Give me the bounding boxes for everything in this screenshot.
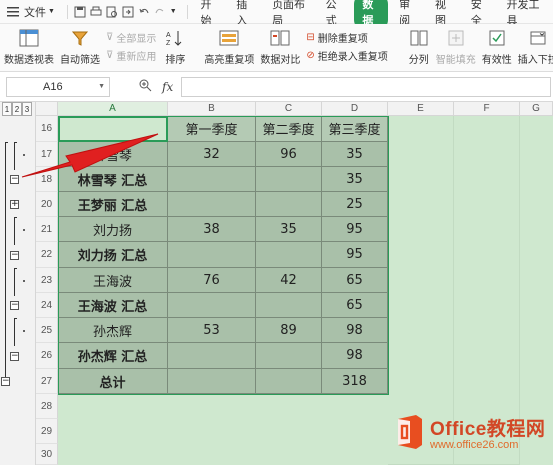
remove-duplicates-button[interactable]: ⊟ 删除重复项 <box>306 28 387 46</box>
show-all-button[interactable]: ⊽ 全部显示 <box>106 28 156 46</box>
office-logo-icon <box>392 413 426 451</box>
highlight-duplicates-button[interactable]: 高亮重复项 <box>204 28 254 66</box>
smart-fill-button[interactable]: 智能填充 <box>436 28 476 66</box>
sort-label: 排序 <box>165 55 186 66</box>
export-icon[interactable] <box>122 5 134 19</box>
dropdown-list-icon <box>527 28 549 48</box>
chevron-down-icon[interactable]: ▼ <box>170 5 177 19</box>
autofilter-label: 自动筛选 <box>60 55 100 66</box>
reapply-label: 重新应用 <box>116 51 157 63</box>
watermark: Office教程网 www.office26.com <box>392 413 545 451</box>
reapply-icon: ⊽ <box>106 49 114 61</box>
autofilter-button[interactable]: 自动筛选 <box>60 28 100 66</box>
zoom-function-icon[interactable] <box>138 78 152 95</box>
filter-icon: ⊽ <box>106 31 114 43</box>
menu-bar: 文件 ▼ ▼ 开始 插入 页面布局 公式 数据 审阅 视图 安全 开发工具 <box>0 0 553 30</box>
reapply-button[interactable]: ⊽ 重新应用 <box>106 46 156 64</box>
reject-duplicates-button[interactable]: ⊘ 拒绝录入重复项 <box>306 46 387 64</box>
redo-icon[interactable] <box>154 5 166 19</box>
split-columns-label: 分列 <box>408 55 429 66</box>
data-compare-button[interactable]: 数据对比 <box>260 28 300 66</box>
show-all-label: 全部显示 <box>116 33 157 45</box>
divider <box>66 4 68 19</box>
hamburger-icon <box>6 5 20 19</box>
remove-duplicates-icon: ⊟ <box>306 31 315 43</box>
remove-duplicates-label: 删除重复项 <box>317 33 368 45</box>
save-icon[interactable] <box>74 5 86 19</box>
split-icon <box>408 28 430 48</box>
ribbon: 数据透视表 自动筛选 ⊽ 全部显示 ⊽ 重新应用 AZ 排序 高亮重复项 数据对比 … <box>0 24 553 72</box>
svg-text:Z: Z <box>166 40 171 47</box>
cell-reference: A16 <box>43 80 63 93</box>
chevron-down-icon: ▼ <box>98 83 105 90</box>
smart-fill-icon <box>445 28 467 48</box>
insert-dropdown-button[interactable]: 插入下拉 <box>518 28 553 66</box>
validity-label: 有效性 <box>481 55 512 66</box>
pivot-table-icon <box>18 28 40 48</box>
validity-icon <box>486 28 508 48</box>
svg-text:A: A <box>166 32 171 39</box>
sort-icon: AZ <box>164 28 186 48</box>
highlight-duplicates-label: 高亮重复项 <box>204 55 255 66</box>
print-preview-icon[interactable] <box>106 5 118 19</box>
formula-tools: fx <box>138 78 173 95</box>
red-arrow-annotation <box>21 133 159 178</box>
smart-fill-label: 智能填充 <box>435 55 476 66</box>
pivot-table-label: 数据透视表 <box>4 55 54 66</box>
compare-icon <box>269 28 291 48</box>
reject-duplicates-label: 拒绝录入重复项 <box>317 51 388 63</box>
duplicate-options: ⊟ 删除重复项 ⊘ 拒绝录入重复项 <box>306 28 387 64</box>
insert-dropdown-label: 插入下拉 <box>517 55 553 66</box>
chevron-down-icon: ▼ <box>48 8 55 15</box>
reject-duplicates-icon: ⊘ <box>306 49 315 61</box>
file-menu-label: 文件 <box>24 6 46 19</box>
formula-bar: A16 ▼ fx <box>0 72 553 102</box>
print-icon[interactable] <box>90 5 102 19</box>
filter-options: ⊽ 全部显示 ⊽ 重新应用 <box>106 28 156 64</box>
spreadsheet-grid: 1 2 3 A B C D E F G 16 17 18 20 21 22 23… <box>0 102 553 465</box>
pivot-table-button[interactable]: 数据透视表 <box>4 28 54 66</box>
name-box[interactable]: A16 ▼ <box>6 76 110 97</box>
watermark-brand: Office教程网 <box>430 418 546 440</box>
filter-icon <box>69 28 91 48</box>
fx-icon[interactable]: fx <box>162 80 173 94</box>
sort-button[interactable]: AZ 排序 <box>164 28 186 66</box>
file-menu[interactable]: 文件 ▼ <box>6 4 55 20</box>
highlight-icon <box>218 28 240 48</box>
watermark-url: www.office26.com <box>430 438 519 451</box>
formula-input[interactable] <box>181 76 552 97</box>
split-columns-button[interactable]: 分列 <box>408 28 430 66</box>
undo-icon[interactable] <box>138 5 150 19</box>
divider <box>186 4 188 19</box>
validity-button[interactable]: 有效性 <box>482 28 512 66</box>
data-compare-label: 数据对比 <box>260 55 301 66</box>
